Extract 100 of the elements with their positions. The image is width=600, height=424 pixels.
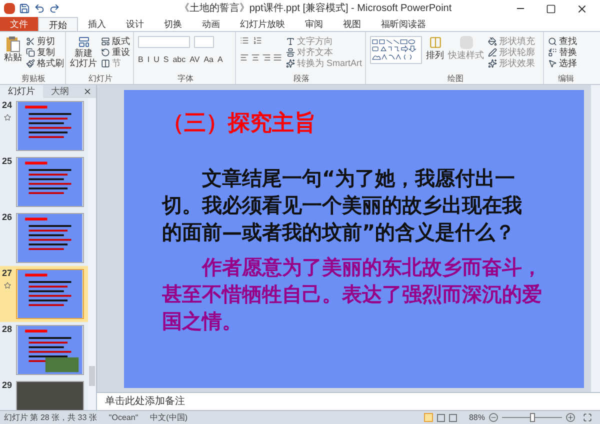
- group-label: 段落: [294, 74, 310, 82]
- slide-thumbnail-drawing: [17, 326, 84, 374]
- question-paragraph: 文章结尾一句“为了她，我愿付出一切。我必须看见一个美丽的故乡出现在我的面前—或者我的坟前”的含义是什么？: [162, 165, 523, 246]
- text-direction-icon: [286, 37, 295, 46]
- replace-icon: [548, 48, 557, 57]
- panel-tab[interactable]: 幻灯片: [0, 85, 43, 98]
- group-label: 剪贴板: [22, 74, 46, 82]
- new-slide-icon: [78, 36, 90, 48]
- window-title: 《土地的誓言》ppt课件.ppt [兼容模式] - Microsoft PowerPoint: [178, 2, 453, 16]
- align-text-icon: [286, 48, 295, 57]
- paste-icon: [6, 36, 20, 52]
- justify-icon[interactable]: [273, 53, 282, 62]
- style-swatch-icon: [460, 36, 472, 49]
- font-format-button[interactable]: U: [154, 56, 160, 64]
- align-center-icon[interactable]: [251, 53, 260, 62]
- close-icon[interactable]: [83, 87, 92, 96]
- find-icon: [548, 37, 557, 46]
- slide-position: 幻灯片 第 28 张，共 33 张: [4, 412, 97, 424]
- replace-button[interactable]: 替换: [548, 47, 577, 58]
- align-left-icon[interactable]: [240, 53, 249, 62]
- redo-icon[interactable]: [49, 3, 60, 14]
- reset-icon: [101, 48, 110, 57]
- app-logo-icon: [4, 3, 15, 14]
- zoom-percent: 88%: [468, 412, 485, 424]
- align-right-icon[interactable]: [262, 53, 271, 62]
- select-button[interactable]: 选择: [548, 58, 577, 69]
- group-label: 幻灯片: [88, 74, 112, 82]
- save-icon[interactable]: [19, 3, 30, 14]
- fit-to-window-icon[interactable]: [583, 413, 592, 422]
- photo-placeholder: [17, 382, 84, 410]
- slide-thumbnail-drawing: [17, 214, 84, 262]
- slide-number: 29: [2, 381, 12, 390]
- section-icon: [101, 59, 110, 68]
- panel-tab[interactable]: 大纲: [43, 85, 77, 98]
- shape-outline-icon: [488, 48, 497, 57]
- ribbon-tab[interactable]: 设计: [116, 17, 154, 31]
- ribbon-tab[interactable]: 动画: [192, 17, 230, 31]
- paste-button[interactable]: 粘贴: [4, 36, 22, 73]
- font-size-field[interactable]: [194, 36, 214, 48]
- slide-number: 28: [2, 325, 12, 334]
- cut-button[interactable]: 剪切: [26, 36, 64, 47]
- arrange-button[interactable]: 排列: [426, 36, 444, 73]
- font-format-button[interactable]: A: [217, 56, 223, 64]
- reading-view-icon[interactable]: [448, 414, 457, 422]
- sorter-view-icon[interactable]: [436, 414, 445, 422]
- select-icon: [548, 59, 557, 68]
- slide-number: 27: [2, 269, 12, 278]
- smartart-icon: [286, 59, 295, 68]
- notes-field[interactable]: 单击此处添加备注: [97, 392, 600, 410]
- ribbon-tab[interactable]: 幻灯片放映: [230, 17, 295, 31]
- new-slide-button[interactable]: 新建 幻灯片: [70, 36, 97, 73]
- bullets-icon[interactable]: [240, 36, 249, 45]
- shape-fill-icon: [488, 37, 497, 46]
- zoom-out-icon[interactable]: [489, 413, 498, 422]
- ribbon-tab[interactable]: 开始: [38, 17, 78, 31]
- font-format-button[interactable]: S: [163, 56, 169, 64]
- font-format-button[interactable]: AV: [190, 56, 200, 64]
- ribbon-tab[interactable]: 插入: [78, 17, 116, 31]
- find-button[interactable]: 查找: [548, 36, 577, 47]
- font-format-button[interactable]: I: [147, 56, 150, 64]
- zoom-in-icon[interactable]: [566, 413, 575, 422]
- ribbon-tab[interactable]: 福昕阅读器: [371, 17, 436, 31]
- ribbon-tab[interactable]: 视图: [333, 17, 371, 31]
- group-label: 编辑: [558, 74, 574, 82]
- copy-icon: [26, 48, 35, 57]
- ribbon-tab[interactable]: 审阅: [295, 17, 333, 31]
- ribbon-tab[interactable]: 文件: [0, 17, 38, 31]
- maximize-icon[interactable]: [546, 4, 556, 14]
- slide-number: 24: [2, 101, 12, 110]
- font-format-button[interactable]: Aa: [204, 56, 214, 64]
- language: 中文(中国): [150, 412, 188, 424]
- layout-icon: [101, 37, 110, 46]
- close-icon[interactable]: [576, 2, 588, 14]
- font-format-button[interactable]: B: [138, 56, 144, 64]
- arrange-icon: [428, 36, 442, 49]
- font-name-field[interactable]: [138, 36, 190, 48]
- numbering-icon[interactable]: [253, 36, 262, 45]
- cut-icon: [26, 37, 35, 46]
- slide-thumbnail-drawing: [17, 158, 84, 206]
- group-label: 字体: [178, 74, 194, 82]
- copy-button[interactable]: 复制: [26, 47, 64, 58]
- zoom-thumb[interactable]: [530, 413, 535, 422]
- zoom-slider[interactable]: [502, 413, 562, 422]
- theme-name: "Ocean": [108, 412, 138, 424]
- slide-thumbnail[interactable]: 27: [0, 266, 88, 322]
- reset-button[interactable]: 重设: [101, 47, 130, 58]
- slide-number: 26: [2, 213, 12, 222]
- slide-number: 25: [2, 157, 12, 166]
- ribbon-tab[interactable]: 切换: [154, 17, 192, 31]
- shapes-gallery[interactable]: [370, 36, 422, 64]
- font-format-button[interactable]: abc: [172, 56, 186, 64]
- answer-paragraph: 作者愿意为了美丽的东北故乡而奋斗，甚至不惜牺牲自己。表达了强烈而深沉的爱国之情。: [162, 254, 543, 335]
- slide-thumbnail-drawing: [17, 102, 84, 150]
- undo-icon[interactable]: [34, 3, 45, 14]
- group-label: 绘图: [448, 74, 464, 82]
- format-painter-icon: [26, 59, 35, 68]
- format-painter-button[interactable]: 格式刷: [26, 58, 64, 69]
- layout-button[interactable]: 版式: [101, 36, 130, 47]
- shape-effects-icon: [488, 59, 497, 68]
- slide-title: （三）探究主旨: [162, 110, 317, 137]
